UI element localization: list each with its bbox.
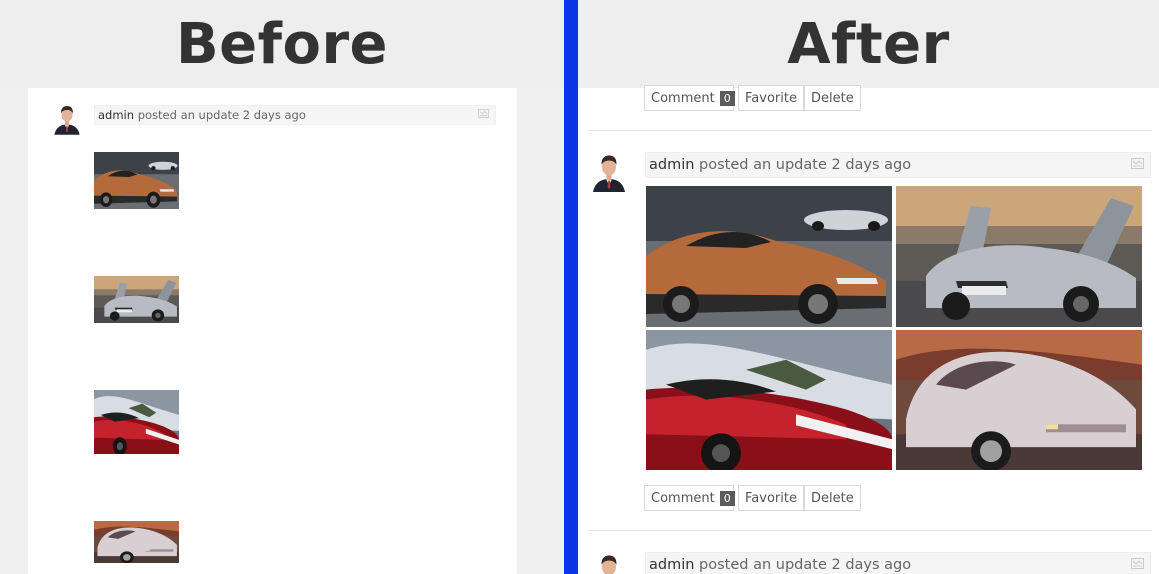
comment-label: Comment bbox=[651, 90, 715, 106]
delete-button[interactable]: Delete bbox=[804, 85, 861, 111]
activity-header: admin posted an update 2 days ago bbox=[94, 105, 496, 125]
gallery-image[interactable] bbox=[646, 330, 892, 470]
gallery-image[interactable] bbox=[896, 330, 1142, 470]
panel-divider bbox=[564, 0, 578, 574]
user-avatar-icon bbox=[52, 103, 82, 135]
gallery-thumb[interactable] bbox=[94, 276, 179, 323]
activity-separator bbox=[588, 130, 1152, 131]
favorite-button[interactable]: Favorite bbox=[738, 85, 804, 111]
avatar[interactable] bbox=[590, 152, 628, 192]
gallery-thumb[interactable] bbox=[94, 390, 179, 454]
gallery-image[interactable] bbox=[896, 186, 1142, 327]
delete-button[interactable]: Delete bbox=[804, 485, 861, 511]
before-label: Before bbox=[0, 0, 564, 88]
gallery-thumb[interactable] bbox=[94, 521, 179, 563]
gallery-thumb[interactable] bbox=[94, 152, 179, 209]
avatar[interactable] bbox=[590, 552, 628, 574]
flag-icon[interactable] bbox=[1131, 158, 1144, 169]
user-avatar-icon bbox=[590, 152, 628, 192]
activity-action-text: posted an update 2 days ago bbox=[694, 557, 912, 573]
avatar[interactable] bbox=[52, 103, 82, 135]
username-link[interactable]: admin bbox=[649, 557, 694, 573]
activity-header: admin posted an update 2 days ago bbox=[645, 152, 1151, 178]
comment-count-badge: 0 bbox=[719, 90, 735, 106]
comment-label: Comment bbox=[651, 490, 715, 506]
gallery-image[interactable] bbox=[646, 186, 892, 327]
activity-header: admin posted an update 2 days ago bbox=[645, 552, 1151, 574]
comment-count-badge: 0 bbox=[719, 490, 735, 506]
activity-action-text: posted an update 2 days ago bbox=[134, 108, 306, 122]
username-link[interactable]: admin bbox=[98, 108, 134, 122]
activity-separator bbox=[588, 530, 1152, 531]
after-label: After bbox=[578, 0, 1159, 88]
comment-button[interactable]: Comment 0 bbox=[644, 85, 735, 111]
activity-action-text: posted an update 2 days ago bbox=[694, 157, 912, 173]
flag-icon[interactable] bbox=[1131, 558, 1144, 569]
comment-button[interactable]: Comment 0 bbox=[644, 485, 735, 511]
favorite-button[interactable]: Favorite bbox=[738, 485, 804, 511]
user-avatar-icon bbox=[590, 552, 628, 574]
username-link[interactable]: admin bbox=[649, 157, 694, 173]
flag-icon[interactable] bbox=[478, 109, 489, 118]
